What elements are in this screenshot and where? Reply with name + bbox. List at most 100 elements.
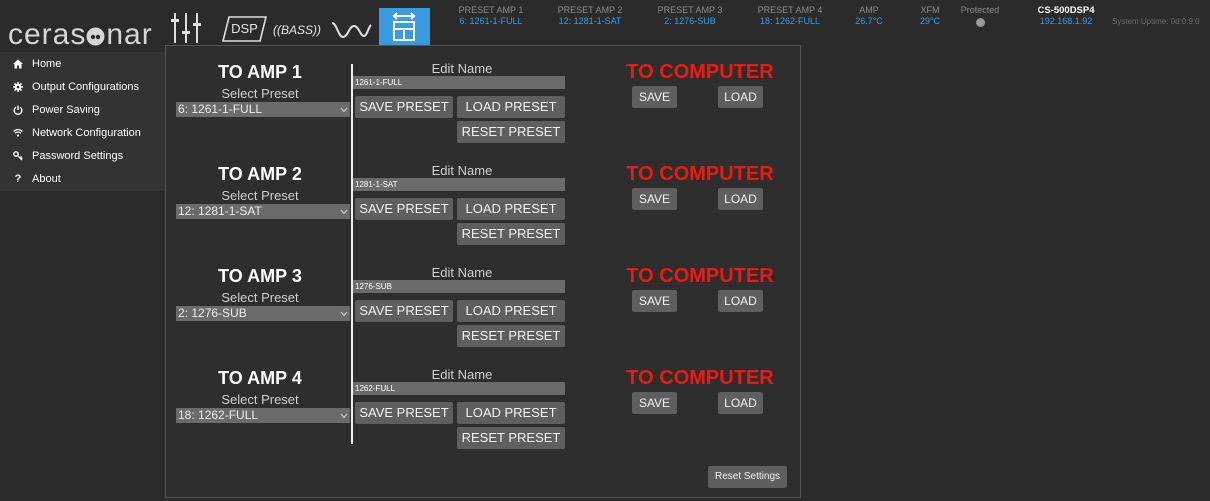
save-preset-button[interactable]: SAVE PRESET [355, 300, 453, 322]
wifi-icon [12, 127, 24, 139]
system-uptime: System Uptime: 0d:0:9:0 [1112, 17, 1200, 26]
preset-transfer-icon[interactable] [379, 8, 430, 45]
status-value: 12: 1281-1-SAT [558, 16, 622, 26]
select-preset-label: Select Preset [221, 188, 299, 203]
sidebar-item-password-settings[interactable]: Password Settings [0, 144, 165, 167]
status-label: Protected [960, 5, 1000, 15]
status-device: CS-500DSP4 192.168.1.92 [1021, 5, 1111, 27]
logo-text-end: nar [106, 18, 153, 51]
status-label: AMP [859, 5, 879, 15]
top-bar: ceras nar DSP ((BASS)) PRESET AMP 1 6: 1… [0, 0, 1210, 51]
save-to-computer-button[interactable]: SAVE [632, 290, 677, 312]
question-icon: ? [14, 172, 22, 185]
to-computer-title: TO COMPUTER [626, 61, 774, 83]
dsp-icon[interactable]: DSP [222, 16, 267, 42]
save-preset-button[interactable]: SAVE PRESET [355, 96, 453, 118]
reset-preset-button[interactable]: RESET PRESET [457, 427, 565, 449]
sliders-icon[interactable] [170, 11, 202, 45]
amp-section-4: TO AMP 4 Select Preset 18: 1262-FULL Edi… [165, 364, 801, 466]
preset-select[interactable]: 12: 1281-1-SAT [176, 204, 350, 219]
waveform-icon[interactable] [330, 18, 372, 42]
amp-title: TO AMP 2 [218, 164, 302, 184]
preset-select[interactable]: 2: 1276-SUB [176, 306, 350, 321]
bass-icon[interactable]: ((BASS)) [271, 18, 323, 42]
protected-indicator-dot [975, 18, 985, 27]
status-value: 18: 1262-FULL [759, 16, 821, 26]
load-from-computer-button[interactable]: LOAD [718, 392, 763, 414]
reset-preset-button[interactable]: RESET PRESET [457, 325, 565, 347]
status-preset-amp-3: PRESET AMP 3 2: 1276-SUB [640, 5, 740, 27]
sidebar-item-home[interactable]: Home [0, 52, 165, 75]
dsp-label: DSP [231, 21, 258, 36]
amp-section-1: TO AMP 1 Select Preset 6: 1261-1-FULL Ed… [165, 58, 801, 160]
select-preset-label: Select Preset [221, 392, 299, 407]
cerasonar-logo[interactable]: ceras nar [8, 17, 153, 53]
key-icon [12, 150, 24, 162]
status-value: 29°C [919, 16, 941, 26]
save-preset-button[interactable]: SAVE PRESET [355, 402, 453, 424]
amp-title: TO AMP 3 [218, 266, 302, 286]
selected-preset-value: 6: 1261-1-FULL [178, 102, 263, 116]
to-computer-title: TO COMPUTER [626, 163, 774, 185]
bass-label: ((BASS)) [273, 23, 321, 37]
status-xfm-temperature: XFM 29°C [905, 5, 955, 27]
save-preset-button[interactable]: SAVE PRESET [355, 198, 453, 220]
sidebar-item-label: Home [32, 57, 62, 70]
selected-preset-value: 2: 1276-SUB [178, 306, 247, 320]
status-value: 26.7°C [855, 16, 883, 26]
reset-settings-button[interactable]: Reset Settings [708, 466, 787, 488]
status-label: XFM [920, 5, 940, 15]
preset-select[interactable]: 6: 1261-1-FULL [176, 102, 350, 117]
select-preset-label: Select Preset [221, 290, 299, 305]
load-preset-button[interactable]: LOAD PRESET [457, 198, 565, 220]
chevron-down-icon [340, 209, 348, 215]
chevron-down-icon [340, 311, 348, 317]
amp-section-3: TO AMP 3 Select Preset 2: 1276-SUB Edit … [165, 262, 801, 364]
logo-o-icon [86, 27, 105, 46]
save-to-computer-button[interactable]: SAVE [632, 392, 677, 414]
load-from-computer-button[interactable]: LOAD [718, 188, 763, 210]
preset-select[interactable]: 18: 1262-FULL [176, 408, 350, 423]
amp-title: TO AMP 1 [218, 62, 302, 82]
status-label: PRESET AMP 1 [458, 5, 524, 15]
reset-preset-button[interactable]: RESET PRESET [457, 223, 565, 245]
to-computer-title: TO COMPUTER [626, 367, 774, 389]
preset-name-input[interactable] [353, 280, 565, 293]
status-value: 2: 1276-SUB [664, 16, 716, 26]
save-to-computer-button[interactable]: SAVE [632, 86, 677, 108]
preset-name-input[interactable] [353, 382, 565, 395]
selected-preset-value: 12: 1281-1-SAT [178, 204, 262, 218]
status-label: PRESET AMP 4 [757, 5, 823, 15]
reset-preset-button[interactable]: RESET PRESET [457, 121, 565, 143]
chevron-down-icon [340, 107, 348, 113]
power-icon [12, 104, 24, 116]
home-icon [12, 58, 24, 70]
chevron-down-icon [340, 413, 348, 419]
status-label: PRESET AMP 3 [657, 5, 723, 15]
save-to-computer-button[interactable]: SAVE [632, 188, 677, 210]
preset-name-input[interactable] [353, 76, 565, 89]
sidebar-item-label: About [32, 172, 61, 185]
device-ip: 192.168.1.92 [1039, 16, 1093, 26]
status-preset-amp-1: PRESET AMP 1 6: 1261-1-FULL [441, 5, 541, 27]
load-from-computer-button[interactable]: LOAD [718, 86, 763, 108]
edit-name-label: Edit Name [431, 367, 493, 382]
status-protected: Protected [950, 5, 1010, 27]
edit-name-label: Edit Name [431, 61, 493, 76]
load-preset-button[interactable]: LOAD PRESET [457, 402, 565, 424]
selected-preset-value: 18: 1262-FULL [178, 408, 259, 422]
load-from-computer-button[interactable]: LOAD [718, 290, 763, 312]
select-preset-label: Select Preset [221, 86, 299, 101]
sidebar-item-power-saving[interactable]: Power Saving [0, 98, 165, 121]
sidebar-item-network-configuration[interactable]: Network Configuration [0, 121, 165, 144]
load-preset-button[interactable]: LOAD PRESET [457, 96, 565, 118]
sidebar-nav: Home Output Configurations Power Saving … [0, 52, 165, 191]
preset-name-input[interactable] [353, 178, 565, 191]
sidebar-item-output-configurations[interactable]: Output Configurations [0, 75, 165, 98]
device-model: CS-500DSP4 [1037, 5, 1095, 16]
load-preset-button[interactable]: LOAD PRESET [457, 300, 565, 322]
logo-text-start: ceras [8, 18, 87, 51]
sidebar-item-label: Password Settings [32, 149, 124, 162]
edit-name-label: Edit Name [431, 163, 493, 178]
sidebar-item-about[interactable]: ? About [0, 167, 165, 190]
